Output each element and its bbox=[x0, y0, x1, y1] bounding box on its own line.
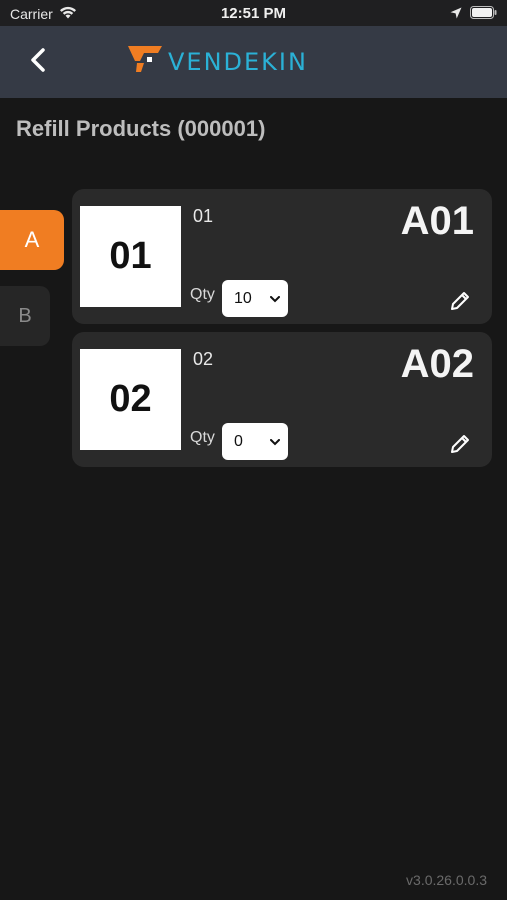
edit-button[interactable] bbox=[446, 432, 474, 460]
back-button[interactable] bbox=[20, 44, 56, 80]
status-bar: Carrier 12:51 PM bbox=[0, 0, 507, 26]
nav-bar: VENDEKIN bbox=[0, 26, 507, 98]
qty-dropdown[interactable]: 10 bbox=[222, 280, 288, 317]
qty-value: 0 bbox=[234, 432, 243, 450]
chevron-left-icon bbox=[29, 47, 47, 78]
pencil-icon bbox=[448, 432, 472, 461]
status-bar-right bbox=[450, 6, 497, 24]
location-arrow-icon bbox=[450, 6, 462, 24]
slot-code: A02 bbox=[400, 342, 474, 386]
logo-text: VENDEKIN bbox=[168, 47, 308, 76]
status-time: 12:51 PM bbox=[220, 5, 287, 22]
vendekin-logo: VENDEKIN bbox=[128, 44, 308, 79]
qty-value: 10 bbox=[234, 289, 252, 307]
product-name: 01 bbox=[193, 206, 214, 226]
tab-a[interactable]: A bbox=[0, 210, 64, 270]
page-title: Refill Products (000001) bbox=[16, 116, 266, 141]
qty-label: Qty bbox=[190, 429, 215, 446]
product-thumbnail: 02 bbox=[80, 349, 181, 450]
tab-label: B bbox=[18, 304, 32, 327]
app-version: v3.0.26.0.0.3 bbox=[406, 872, 487, 888]
tab-label: A bbox=[24, 227, 40, 252]
logo-mark-icon bbox=[128, 44, 162, 79]
qty-label: Qty bbox=[190, 286, 215, 303]
slot-code: A01 bbox=[400, 199, 474, 243]
product-card: 02 02 A02 Qty 0 bbox=[72, 332, 492, 467]
qty-dropdown[interactable]: 0 bbox=[222, 423, 288, 460]
thumbnail-text: 02 bbox=[109, 378, 152, 420]
tab-b[interactable]: B bbox=[0, 286, 50, 346]
thumbnail-text: 01 bbox=[109, 235, 152, 277]
product-card: 01 01 A01 Qty 10 bbox=[72, 189, 492, 324]
chevron-down-icon bbox=[270, 433, 280, 451]
product-name: 02 bbox=[193, 349, 214, 369]
battery-icon bbox=[470, 6, 497, 24]
pencil-icon bbox=[448, 289, 472, 318]
product-thumbnail: 01 bbox=[80, 206, 181, 307]
chevron-down-icon bbox=[270, 290, 280, 308]
edit-button[interactable] bbox=[446, 289, 474, 317]
